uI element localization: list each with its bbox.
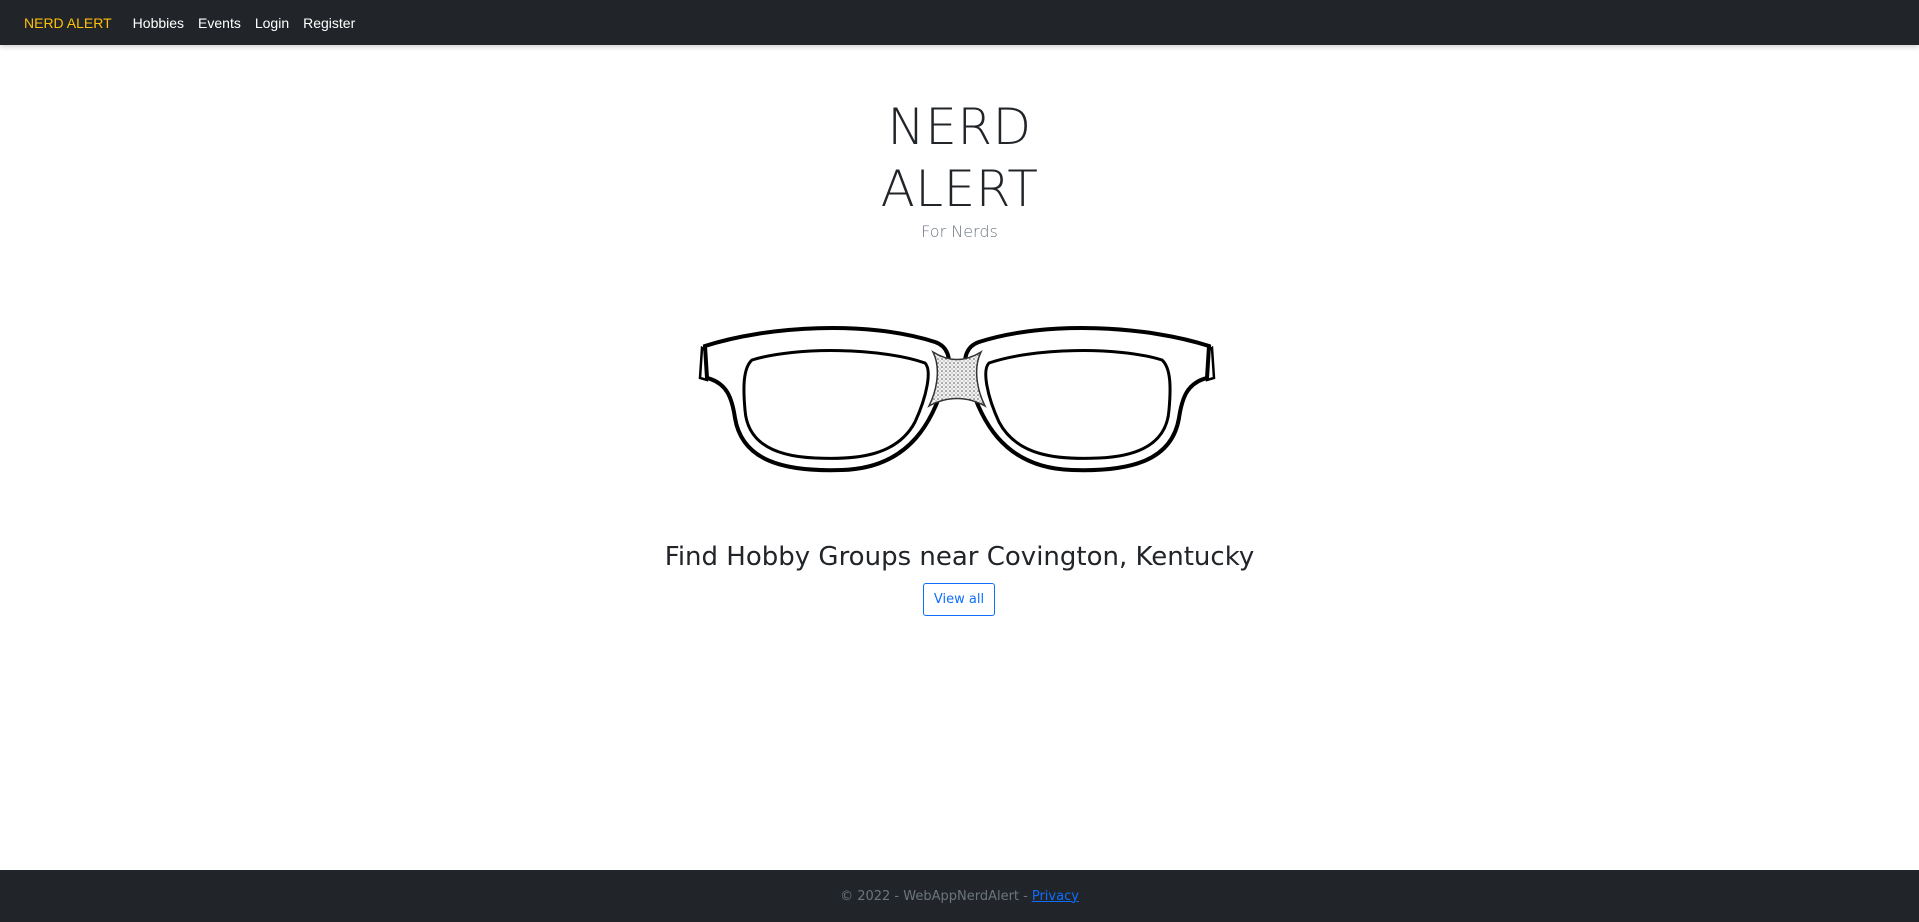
- nav-link-login[interactable]: Login: [255, 15, 289, 31]
- glasses-icon: [697, 318, 1217, 488]
- page-title: NERD ALERT: [0, 96, 1919, 220]
- nav-link-hobbies[interactable]: Hobbies: [133, 15, 184, 31]
- footer-copyright: © 2022 - WebAppNerdAlert -: [840, 888, 1028, 904]
- hobby-groups-heading: Find Hobby Groups near Covington, Kentuc…: [664, 542, 1255, 572]
- nav-link-events[interactable]: Events: [198, 15, 241, 31]
- privacy-link[interactable]: Privacy: [1032, 889, 1079, 904]
- hero: NERD ALERT For Nerds: [0, 96, 1919, 241]
- nav-link-register[interactable]: Register: [303, 15, 355, 31]
- subtitle: For Nerds: [921, 222, 998, 241]
- view-all-button[interactable]: View all: [923, 583, 995, 616]
- title-line-1: NERD: [887, 98, 1032, 156]
- title-line-2: ALERT: [880, 160, 1039, 218]
- brand-link[interactable]: NERD ALERT: [24, 15, 112, 31]
- navbar: NERD ALERT Hobbies Events Login Register: [0, 0, 1919, 45]
- footer: © 2022 - WebAppNerdAlert - Privacy: [0, 870, 1919, 922]
